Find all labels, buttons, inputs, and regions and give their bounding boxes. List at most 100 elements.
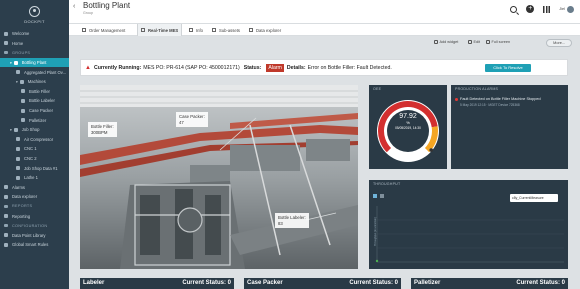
bottle-labeler-text: Bottle Labeler: 83: [278, 215, 306, 226]
sidebar-item-air-compressor[interactable]: Air Compressor: [0, 135, 69, 145]
tab-label: Order Management: [89, 27, 126, 33]
sidebar-item-label: Palletizer: [29, 117, 47, 123]
tab-data-explorer[interactable]: Data explorer: [246, 24, 284, 36]
sidebar-item-alarms[interactable]: Alarms: [0, 183, 69, 193]
sidebar-item-label: Data explorer: [12, 194, 38, 200]
oee-unit: %: [406, 120, 410, 125]
sidebar-item-machines[interactable]: ▾ Machines: [0, 77, 69, 87]
sidebar-item-label: Bottle Labeler: [29, 98, 55, 104]
sidebar-item-case-packer[interactable]: Case Packer: [0, 106, 69, 116]
chevron-down-icon: ▾: [10, 127, 12, 132]
card-status: Current Status: 0: [182, 280, 231, 286]
tab-label: Data explorer: [256, 27, 282, 33]
pencil-icon: [468, 40, 472, 44]
sidebar-item-data-point-library[interactable]: Data Point Library: [0, 230, 69, 240]
sidebar-item-label: Machines: [27, 79, 46, 85]
dashboard-toolbar: Add widget Edit Full screen More...: [69, 36, 580, 53]
nav-icon: [4, 194, 8, 199]
logo-text: DOCKPIT: [24, 18, 45, 24]
case-packer-label: Case Packer: 47: [176, 112, 208, 127]
oee-date: 05/05/2019, 14:30: [395, 126, 421, 130]
full-screen-button[interactable]: Full screen: [486, 40, 510, 44]
edit-button[interactable]: Edit: [468, 40, 480, 44]
sidebar-item-data-explorer[interactable]: Data explorer: [0, 192, 69, 202]
add-icon[interactable]: +: [526, 5, 535, 13]
sidebar-item-label: Reporting: [12, 213, 31, 219]
sidebar-item-label: CNC 2: [24, 156, 37, 162]
throughput-widget: THROUGHPUT c8y_CurrentMeasure Throughput…: [369, 180, 568, 269]
nav-icon: [4, 51, 8, 55]
sidebar-item-lathe-1[interactable]: Lathe 1: [0, 173, 69, 183]
expand-icon: [486, 40, 490, 44]
production-alarms-widget: PRODUCTION ALARMS Fault Detected on Bott…: [451, 85, 568, 169]
sidebar-item-label: CNC 1: [24, 146, 37, 152]
sidebar-item-bottling-plant[interactable]: ▾ Bottling Plant: [0, 57, 69, 68]
sidebar-section-configuration: CONFIGURATION: [0, 221, 69, 231]
nav-icon: [4, 214, 8, 219]
add-widget-button[interactable]: Add widget: [434, 40, 458, 44]
tab-label: Real-Time MES: [148, 27, 179, 33]
sidebar-item-bottle-filler[interactable]: Bottle Filler: [0, 87, 69, 97]
sidebar-item-bottle-labeler[interactable]: Bottle Labeler: [0, 96, 69, 106]
sidebar-item-cnc-2[interactable]: CNC 2: [0, 154, 69, 164]
user-menu[interactable]: Jiel: [559, 5, 574, 13]
status-badge: Alarm: [266, 63, 284, 72]
sidebar-item-job-shop[interactable]: ▾ Job Shop: [0, 125, 69, 135]
sidebar-item-label: Bottling Plant: [21, 60, 47, 66]
sidebar-section-reports: REPORTS: [0, 202, 69, 212]
bottle-filler-label: Bottle Filler: 300BPM: [88, 122, 117, 137]
sidebar-item-label: Global Smart Rules: [12, 242, 49, 248]
nav-icon: [21, 108, 25, 113]
alarm-meta: 5 May 2019 12:15 · MGET Device 725368: [460, 103, 520, 107]
tab-bar: Order Management Real-Time MES Info Sub-…: [69, 24, 580, 36]
tab-icon: [189, 28, 193, 32]
tab-sub-assets[interactable]: Sub-assets: [209, 24, 243, 36]
back-arrow-icon[interactable]: ‹: [73, 3, 75, 10]
sidebar-item-job-shop-data-1[interactable]: Job Shop Data #1: [0, 163, 69, 173]
alert-icon: ▲: [85, 64, 91, 71]
alarm-text: Fault Detected on Bottle Filler Machine …: [460, 97, 541, 101]
top-bar: ‹ Bottling Plant Group + Jiel: [69, 0, 580, 24]
sidebar-item-aggregated-plant-ov[interactable]: Aggregated Plant Ov...: [0, 67, 69, 77]
case-packer-status-card: Case Packer Current Status: 0: [244, 278, 401, 289]
tab-label: Sub-assets: [219, 27, 240, 33]
folder-icon: [19, 79, 24, 84]
logo-icon: [29, 5, 40, 17]
nav-icon: [4, 185, 8, 190]
y-axis-label: Throughput (in units/min): [373, 217, 377, 246]
gridlines: [377, 219, 564, 249]
sidebar-item-welcome[interactable]: Welcome: [0, 29, 69, 39]
more-button[interactable]: More...: [546, 39, 572, 47]
tab-info[interactable]: Info: [186, 24, 206, 36]
sidebar-item-cnc-1[interactable]: CNC 1: [0, 144, 69, 154]
app-logo[interactable]: DOCKPIT: [0, 0, 69, 29]
throughput-chart: [375, 206, 564, 263]
nav-icon: [16, 175, 20, 180]
labeler-status-card: Labeler Current Status: 0: [80, 278, 234, 289]
sidebar-item-label: Home: [12, 40, 24, 46]
tab-order-management[interactable]: Order Management: [79, 24, 128, 36]
nav-icon: [13, 60, 18, 65]
sidebar-item-reporting[interactable]: Reporting: [0, 211, 69, 221]
resolve-button[interactable]: Click To Resolve: [485, 64, 531, 72]
tab-real-time-mes[interactable]: Real-Time MES: [137, 24, 183, 36]
bottle-filler-text: Bottle Filler: 300BPM: [91, 124, 114, 135]
nav-icon: [16, 146, 20, 151]
sidebar-item-home[interactable]: Home: [0, 39, 69, 49]
sidebar-item-label: CONFIGURATION: [12, 223, 48, 228]
sidebar-section-groups: GROUPS: [0, 48, 69, 58]
sidebar-item-global-smart-rules[interactable]: Global Smart Rules: [0, 240, 69, 250]
nav-icon: [4, 233, 8, 238]
full-screen-label: Full screen: [491, 40, 511, 44]
tab-icon: [141, 28, 145, 32]
alarms-title: PRODUCTION ALARMS: [455, 87, 499, 91]
app-switcher-icon[interactable]: [543, 5, 551, 13]
sidebar-item-palletizer[interactable]: Palletizer: [0, 115, 69, 125]
oee-widget: OEE 97.92 % 05/05/2019, 14:30: [369, 85, 447, 169]
search-icon[interactable]: [510, 5, 518, 13]
avatar: [567, 5, 574, 13]
running-value: MES PO: PR-614 (SAP PO: 4500012171): [143, 64, 240, 71]
bottle-labeler-label: Bottle Labeler: 83: [275, 213, 309, 228]
alarm-item[interactable]: Fault Detected on Bottle Filler Machine …: [455, 97, 564, 108]
add-widget-label: Add widget: [439, 40, 459, 44]
